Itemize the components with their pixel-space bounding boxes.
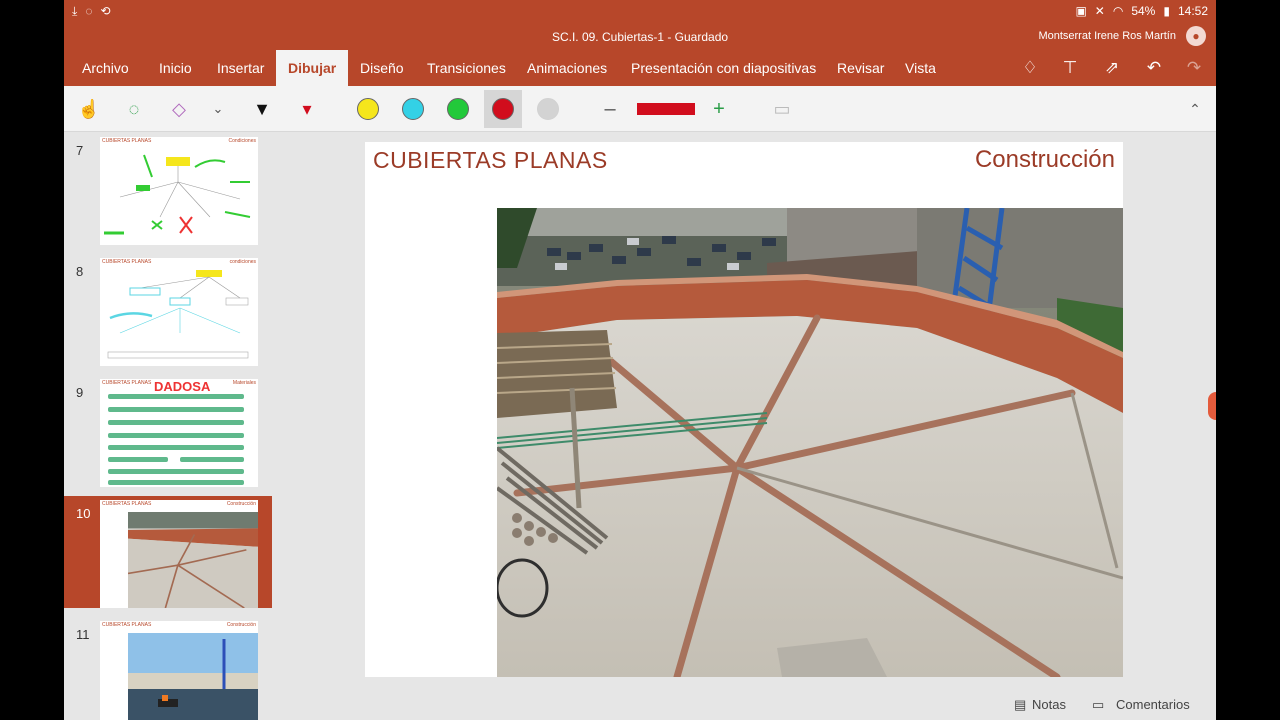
thumbnail-tag: Construcción [226,501,256,507]
diagram-bar [108,420,244,425]
color-cyan[interactable] [402,98,424,120]
tab-revisar[interactable]: Revisar [825,50,896,86]
slide-editor[interactable]: CUBIERTAS PLANAS Construcción [272,133,1216,685]
diagram-bar [108,469,244,474]
screen-cast-icon: ▣ [1075,4,1087,18]
thumbnail-number: 11 [76,627,90,642]
notes-button[interactable]: Notas [1032,697,1066,712]
color-gray[interactable] [537,98,559,120]
tab-vista[interactable]: Vista [893,50,948,86]
download-icon: ⤓ [72,4,78,18]
stroke-increase-button[interactable]: + [704,94,734,124]
color-green[interactable] [447,98,469,120]
handwritten-annotation: DADOSA [154,379,211,394]
tab-transiciones[interactable]: Transiciones [415,50,518,86]
thumbnail-photo [128,633,258,720]
thumbnail-slide-10[interactable]: 10 CUBIERTAS PLANAS Construcción [64,496,272,608]
sync-icon: ◌ [85,4,93,18]
diagram-bar [180,457,244,462]
slide-section-label[interactable]: Construcción [975,146,1115,174]
thumbnail-diagram [107,270,249,359]
notes-icon[interactable]: ▤ [1014,697,1026,713]
wifi-icon: ◠ [1112,4,1124,18]
tab-dibujar[interactable]: Dibujar [276,50,349,86]
present-icon[interactable]: ⊤ [1058,56,1082,80]
thumbnail-header: CUBIERTAS PLANAS [102,622,152,628]
diagram-bar [108,394,244,399]
draw-toolbar: ☝ ◌ ◇ ⌄ ▼ ▾ – + ▭ ⌃ [64,86,1216,132]
status-bar: ⤓ ◌ ⟲ ▣ ✕ ◠ 54% ▮ 14:52 [64,0,1216,24]
diagram-bar [108,445,244,450]
thumbnail-header: CUBIERTAS PLANAS [102,380,152,386]
highlighter-icon[interactable]: ▾ [292,94,322,124]
lasso-select-icon[interactable]: ◌ [119,94,149,124]
pen-icon[interactable]: ▼ [247,94,277,124]
stroke-decrease-button[interactable]: – [595,94,625,124]
diagram-bar [108,457,168,462]
user-name[interactable]: Montserrat Irene Ros Martín [1038,30,1176,42]
color-yellow[interactable] [357,98,379,120]
collapse-ribbon-icon[interactable]: ⌃ [1180,94,1210,124]
lightbulb-icon[interactable]: ♢ [1018,56,1042,80]
battery-icon: ▮ [1163,4,1170,18]
thumbnail-number: 8 [76,264,84,279]
thumbnail-tag: Materiales [232,380,256,386]
comments-button[interactable]: Comentarios [1116,697,1190,712]
thumbnail-slide-11[interactable]: 11 CUBIERTAS PLANAS Construcción [64,617,272,720]
tab-insertar[interactable]: Insertar [205,50,276,86]
diagram-bar [108,407,244,412]
tab-presentacion[interactable]: Presentación con diapositivas [619,50,828,86]
tab-archivo[interactable]: Archivo [70,50,141,86]
comments-icon[interactable]: ▭ [1092,697,1104,713]
slide-title[interactable]: CUBIERTAS PLANAS [373,147,608,174]
clock: 14:52 [1177,4,1208,18]
thumbnail-slide-9[interactable]: 9 CUBIERTAS PLANAS Materiales DADOSA [64,375,272,487]
touch-draw-icon[interactable]: ☝ [74,94,104,124]
current-slide[interactable]: CUBIERTAS PLANAS Construcción [365,142,1123,677]
thumbnail-preview: CUBIERTAS PLANAS Condiciones [100,137,258,245]
powerpoint-window: ⤓ ◌ ⟲ ▣ ✕ ◠ 54% ▮ 14:52 SC.I. 09. Cubier… [64,0,1216,720]
tab-inicio[interactable]: Inicio [147,50,204,86]
slide-thumbnails: 7 CUBIERTAS PLANAS Condiciones 8 CUBIERT… [64,133,272,720]
thumbnail-tag: Construcción [226,622,256,628]
thumbnail-header: CUBIERTAS PLANAS [102,501,152,507]
ink-to-shape-icon[interactable]: ▭ [767,94,797,124]
mute-icon: ✕ [1094,4,1105,18]
thumbnail-preview: CUBIERTAS PLANAS Materiales DADOSA [100,379,258,487]
thumbnail-preview: CUBIERTAS PLANAS Construcción [100,500,258,608]
thumbnail-preview: CUBIERTAS PLANAS condiciones [100,258,258,366]
thumbnail-diagram [104,154,251,235]
thumbnail-slide-8[interactable]: 8 CUBIERTAS PLANAS condiciones [64,254,272,366]
user-avatar-icon[interactable]: ● [1186,26,1206,46]
title-bar: SC.I. 09. Cubiertas-1 - Guardado Montser… [64,24,1216,50]
stroke-preview [637,103,695,115]
chevron-down-icon[interactable]: ⌄ [203,94,233,124]
share-icon[interactable]: ⇗ [1100,56,1124,80]
rooftop-photo[interactable] [497,208,1123,677]
battery-level: 54% [1131,4,1156,18]
diagram-bar [108,433,244,438]
thumbnail-number: 9 [76,385,84,400]
tab-diseno[interactable]: Diseño [348,50,416,86]
notification-icon: ⟲ [100,4,111,18]
thumbnail-number: 7 [76,143,84,158]
thumbnail-preview: CUBIERTAS PLANAS Construcción [100,621,258,720]
tab-animaciones[interactable]: Animaciones [515,50,619,86]
page-scroll-handle[interactable] [1208,392,1216,420]
eraser-icon[interactable]: ◇ [164,94,194,124]
undo-icon[interactable]: ↶ [1142,56,1166,80]
thumbnail-number: 10 [76,506,91,521]
diagram-bar [108,480,244,485]
ribbon-tabs: Archivo Inicio Insertar Dibujar Diseño T… [64,50,1216,86]
redo-icon[interactable]: ↷ [1182,56,1206,80]
status-bottom-bar: ▤ Notas ▭ Comentarios [272,688,1216,720]
thumbnail-slide-7[interactable]: 7 CUBIERTAS PLANAS Condiciones [64,133,272,245]
color-red[interactable] [492,98,514,120]
thumbnail-photo [128,512,258,608]
